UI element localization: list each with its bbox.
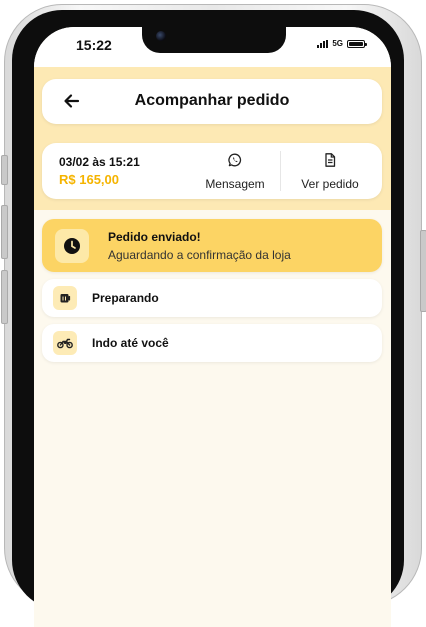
- page-title: Acompanhar pedido: [134, 92, 290, 109]
- step-icon-badge: [53, 331, 77, 355]
- order-date: 03/02 às 15:21: [59, 155, 140, 169]
- message-button[interactable]: Mensagem: [200, 152, 270, 191]
- step-icon-badge: [53, 286, 77, 310]
- signal-icon: [317, 39, 329, 48]
- view-order-label: Ver pedido: [301, 177, 359, 191]
- volume-down-button: [1, 270, 8, 324]
- step-on-the-way: Indo até você: [42, 324, 382, 362]
- volume-up-button: [1, 205, 8, 259]
- view-order-button[interactable]: Ver pedido: [290, 152, 370, 191]
- title-bar: Acompanhar pedido: [42, 79, 382, 124]
- step-order-sent: Pedido enviado! Aguardando a confirmação…: [42, 219, 382, 272]
- clock-icon: [64, 238, 80, 254]
- step-subtitle: Aguardando a confirmação da loja: [108, 248, 291, 262]
- power-button: [420, 230, 426, 312]
- step-title: Preparando: [92, 291, 159, 305]
- action-divider: [280, 151, 281, 191]
- status-icons: 5G: [317, 39, 367, 48]
- status-bar: 15:22 5G: [34, 27, 391, 67]
- battery-icon: [347, 39, 367, 48]
- step-icon-badge: [55, 229, 89, 263]
- box-icon: [60, 294, 71, 303]
- motorcycle-icon: [57, 338, 73, 349]
- notch: [142, 27, 286, 53]
- mute-switch: [1, 155, 8, 185]
- front-camera: [156, 31, 166, 41]
- step-title: Indo até você: [92, 336, 169, 350]
- network-type: 5G: [332, 39, 343, 48]
- whatsapp-icon: [228, 153, 242, 167]
- step-preparing: Preparando: [42, 279, 382, 317]
- app-screen: 15:22 5G Acompanhar pedido 03/02 às 15:2…: [34, 27, 391, 627]
- order-info-card: 03/02 às 15:21 R$ 165,00 Mensagem Ver pe…: [42, 143, 382, 199]
- message-label: Mensagem: [205, 177, 265, 191]
- status-time: 15:22: [76, 37, 112, 53]
- document-icon: [325, 153, 336, 167]
- step-title: Pedido enviado!: [108, 230, 201, 244]
- order-total: R$ 165,00: [59, 172, 119, 187]
